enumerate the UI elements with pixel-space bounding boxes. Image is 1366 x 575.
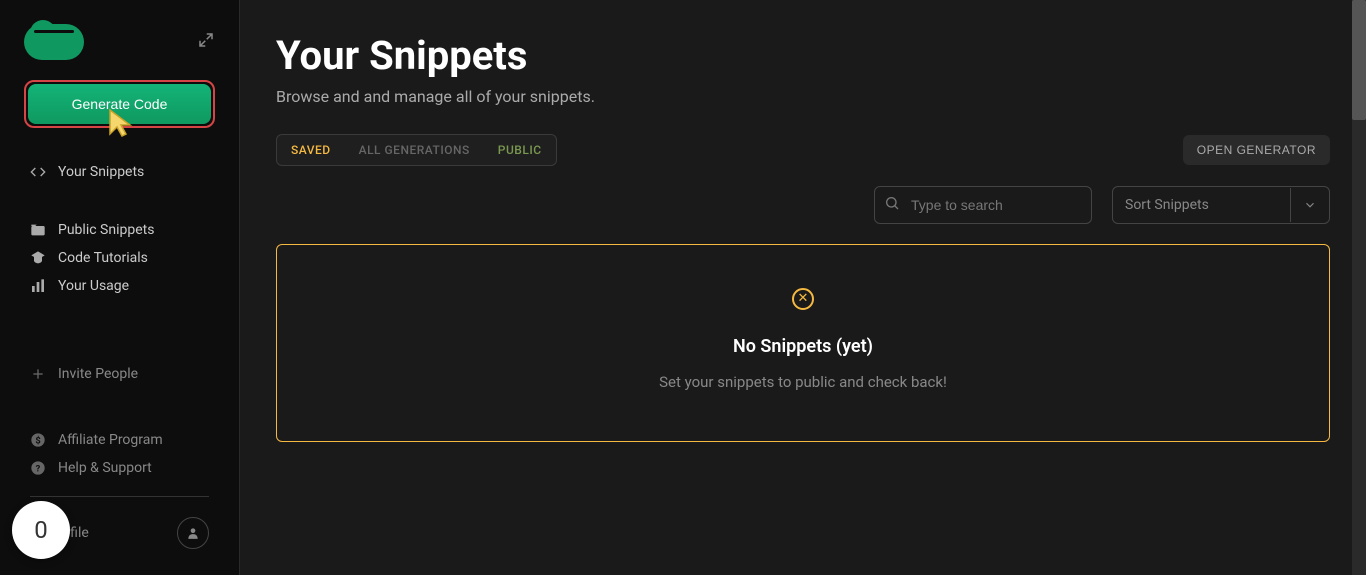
sidebar-item-label: Code Tutorials xyxy=(58,250,148,266)
sidebar-item-label: Affiliate Program xyxy=(58,432,163,448)
sidebar-item-label: Your Snippets xyxy=(58,164,144,180)
sidebar-item-your-snippets[interactable]: Your Snippets xyxy=(12,158,227,186)
notification-badge[interactable]: 0 xyxy=(12,501,70,559)
chevron-down-icon xyxy=(1290,188,1329,222)
main-content: Your Snippets Browse and and manage all … xyxy=(240,0,1366,575)
nav-section-main: Your Snippets xyxy=(0,158,239,186)
sort-label: Sort Snippets xyxy=(1113,187,1221,223)
nav-section-invite: Invite People xyxy=(0,360,239,388)
sidebar: Generate Code Your Snippets Public Snipp… xyxy=(0,0,240,575)
code-icon xyxy=(30,164,46,180)
sidebar-item-your-usage[interactable]: Your Usage xyxy=(12,272,227,300)
sidebar-item-code-tutorials[interactable]: Code Tutorials xyxy=(12,244,227,272)
graduation-icon xyxy=(30,250,46,266)
scrollbar-thumb[interactable] xyxy=(1352,0,1366,120)
folder-icon xyxy=(30,222,46,238)
page-subtitle: Browse and and manage all of your snippe… xyxy=(276,87,1330,106)
divider xyxy=(30,496,209,497)
svg-text:?: ? xyxy=(36,463,41,474)
question-icon: ? xyxy=(30,460,46,476)
search-input[interactable] xyxy=(874,186,1092,224)
sidebar-header xyxy=(0,20,239,80)
dollar-icon: $ xyxy=(30,432,46,448)
search-box xyxy=(874,186,1092,224)
open-generator-button[interactable]: OPEN GENERATOR xyxy=(1183,135,1330,165)
sidebar-item-invite-people[interactable]: Invite People xyxy=(12,360,227,388)
tab-all-generations[interactable]: ALL GENERATIONS xyxy=(345,135,484,165)
sort-select[interactable]: Sort Snippets xyxy=(1112,186,1330,224)
sidebar-item-affiliate[interactable]: $ Affiliate Program xyxy=(12,426,227,454)
page-title: Your Snippets xyxy=(276,32,1330,79)
user-icon xyxy=(186,526,200,540)
sidebar-item-label: Your Usage xyxy=(58,278,129,294)
avatar[interactable] xyxy=(177,517,209,549)
empty-subtitle: Set your snippets to public and check ba… xyxy=(297,373,1309,391)
generate-button-highlight: Generate Code xyxy=(24,80,215,128)
tab-saved[interactable]: SAVED xyxy=(277,135,345,165)
empty-state: ✕ No Snippets (yet) Set your snippets to… xyxy=(276,244,1330,442)
nav-section-browse: Public Snippets Code Tutorials Your Usag… xyxy=(0,216,239,300)
chart-icon xyxy=(30,278,46,294)
search-icon xyxy=(884,195,900,215)
svg-text:$: $ xyxy=(35,435,40,446)
sidebar-item-label: Public Snippets xyxy=(58,222,154,238)
controls: Sort Snippets xyxy=(276,186,1330,224)
sidebar-item-label: Help & Support xyxy=(58,460,152,476)
tabs: SAVED ALL GENERATIONS PUBLIC xyxy=(276,134,557,166)
toolbar: SAVED ALL GENERATIONS PUBLIC OPEN GENERA… xyxy=(276,134,1330,166)
collapse-icon[interactable] xyxy=(197,31,215,49)
sidebar-item-label: Invite People xyxy=(58,366,138,382)
sidebar-item-public-snippets[interactable]: Public Snippets xyxy=(12,216,227,244)
tab-public[interactable]: PUBLIC xyxy=(484,135,556,165)
scrollbar[interactable] xyxy=(1352,0,1366,575)
empty-title: No Snippets (yet) xyxy=(297,336,1309,357)
sidebar-item-help[interactable]: ? Help & Support xyxy=(12,454,227,482)
logo[interactable] xyxy=(24,20,84,60)
plus-icon xyxy=(30,366,46,382)
close-circle-icon: ✕ xyxy=(792,288,814,310)
